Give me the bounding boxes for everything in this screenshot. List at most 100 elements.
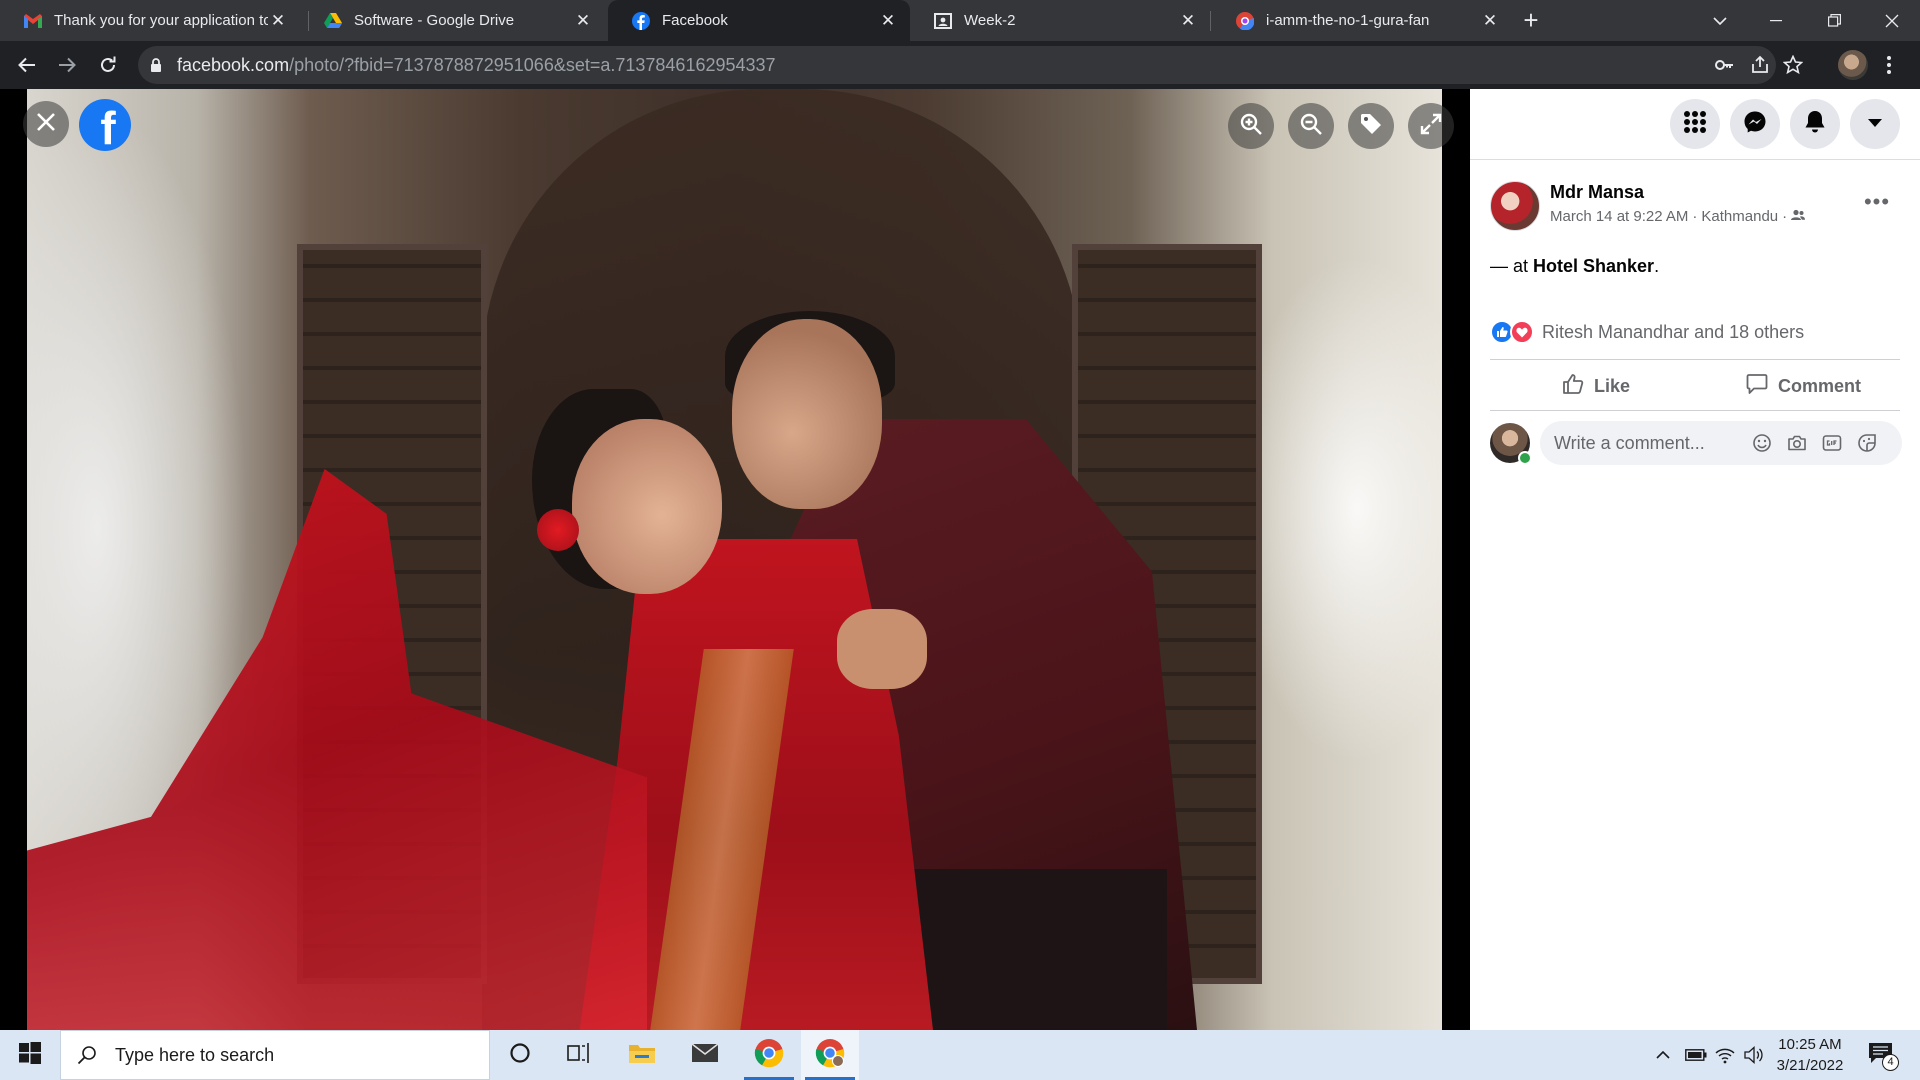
account-dropdown-icon (1867, 115, 1883, 133)
mail-envelope-icon (691, 1042, 719, 1069)
facebook-icon (632, 11, 650, 30)
camera-icon[interactable] (1787, 433, 1807, 453)
notifications-button[interactable] (1790, 99, 1840, 149)
back-icon[interactable] (14, 52, 40, 78)
comment-composer (1540, 421, 1902, 465)
action-center-button[interactable]: 4 (1868, 1042, 1899, 1071)
tab-gmail[interactable]: Thank you for your application to ✕ (0, 0, 300, 41)
forward-icon[interactable] (54, 52, 80, 78)
zoom-out-icon (1299, 112, 1323, 141)
reaction-summary[interactable]: Ritesh Manandhar and 18 others (1490, 320, 1804, 344)
friends-audience-icon[interactable] (1791, 208, 1806, 225)
sticker-icon[interactable] (1857, 433, 1877, 453)
taskbar-mail[interactable] (676, 1030, 734, 1080)
taskbar-search[interactable] (60, 1030, 490, 1080)
like-button[interactable]: Like (1562, 367, 1630, 405)
tab-search-chevron-icon[interactable] (1692, 0, 1748, 41)
classroom-icon (934, 12, 952, 30)
gmail-icon (24, 12, 42, 30)
post-photo[interactable] (27, 89, 1442, 1030)
menu-grid-icon (1683, 110, 1707, 139)
start-button[interactable] (0, 1030, 60, 1080)
close-tab-icon[interactable]: ✕ (878, 11, 898, 31)
photo-viewer: f (0, 89, 1470, 1030)
menu-button[interactable] (1670, 99, 1720, 149)
tab-title: Thank you for your application to (54, 12, 268, 29)
volume-icon[interactable] (1743, 1045, 1765, 1065)
reactions-count[interactable]: Ritesh Manandhar and 18 others (1542, 322, 1804, 343)
caption-prefix: — at (1490, 256, 1534, 276)
close-tab-icon[interactable]: ✕ (268, 11, 288, 31)
tab-separator (1210, 11, 1211, 31)
post-options-icon[interactable]: ••• (1862, 189, 1892, 214)
post-location[interactable]: Kathmandu (1701, 208, 1778, 225)
windows-taskbar: 10:25 AM 3/21/2022 4 (0, 1030, 1920, 1080)
close-tab-icon[interactable]: ✕ (573, 11, 593, 31)
cortana-circle-icon (509, 1042, 531, 1069)
taskbar-search-input[interactable] (115, 1044, 475, 1066)
post-author-avatar[interactable] (1490, 181, 1540, 231)
account-button[interactable] (1850, 99, 1900, 149)
key-icon[interactable] (1714, 55, 1734, 75)
url-host: facebook.com (177, 55, 290, 75)
post-author-name[interactable]: Mdr Mansa (1550, 182, 1644, 203)
taskbar-chrome-profile[interactable] (801, 1030, 859, 1080)
taskbar-file-explorer[interactable] (613, 1030, 671, 1080)
battery-icon[interactable] (1685, 1045, 1707, 1065)
cortana-button[interactable] (491, 1030, 549, 1080)
post-caption: — at Hotel Shanker. (1490, 256, 1659, 277)
browser-menu-icon[interactable] (1885, 53, 1893, 77)
address-bar[interactable]: facebook.com/photo/?fbid=713787887295106… (138, 46, 1804, 84)
file-explorer-folder-icon (628, 1041, 656, 1070)
share-icon[interactable] (1750, 55, 1770, 75)
tab-facebook[interactable]: Facebook ✕ (608, 0, 910, 41)
wifi-icon[interactable] (1714, 1045, 1736, 1065)
bookmark-star-icon[interactable] (1782, 54, 1804, 75)
facebook-logo[interactable]: f (79, 99, 131, 151)
lock-icon[interactable] (148, 57, 164, 73)
reload-icon[interactable] (95, 52, 121, 78)
tab-week-2[interactable]: Week-2 ✕ (910, 0, 1210, 41)
close-window-icon[interactable] (1864, 0, 1920, 41)
messenger-button[interactable] (1730, 99, 1780, 149)
meta-separator: · (1692, 208, 1698, 225)
url-path: /photo/?fbid=7137878872951066&set=a.7137… (289, 55, 776, 75)
profile-avatar[interactable] (1838, 50, 1868, 80)
meta-separator: · (1782, 208, 1788, 225)
search-icon (77, 1045, 97, 1065)
chrome-app-icon (1236, 11, 1254, 30)
task-view-button[interactable] (550, 1030, 608, 1080)
zoom-in-icon (1239, 112, 1263, 141)
caption-suffix: . (1654, 256, 1660, 276)
close-tab-icon[interactable]: ✕ (1178, 11, 1198, 31)
tab-google-drive[interactable]: Software - Google Drive ✕ (300, 0, 605, 41)
fullscreen-icon (1420, 113, 1442, 140)
taskbar-clock[interactable]: 10:25 AM 3/21/2022 (1765, 1034, 1855, 1076)
comment-button[interactable]: Comment (1746, 367, 1861, 405)
gif-icon[interactable] (1822, 433, 1842, 453)
chrome-profile-icon (815, 1038, 845, 1073)
taskbar-chrome[interactable] (740, 1030, 798, 1080)
comment-input[interactable] (1540, 421, 1760, 465)
close-tab-icon[interactable]: ✕ (1480, 11, 1500, 31)
tag-photo-button[interactable] (1348, 103, 1394, 149)
fullscreen-button[interactable] (1408, 103, 1454, 149)
tab-title: Week-2 (964, 12, 1016, 29)
new-tab-button[interactable]: + (1518, 7, 1544, 34)
post-date[interactable]: March 14 at 9:22 AM (1550, 208, 1688, 225)
clock-time: 10:25 AM (1778, 1036, 1842, 1053)
emoji-icon[interactable] (1752, 433, 1772, 453)
show-hidden-icons-chevron-icon[interactable] (1652, 1045, 1674, 1065)
checkin-place-link[interactable]: Hotel Shanker (1533, 256, 1654, 276)
love-reaction-icon (1510, 320, 1534, 344)
restore-window-icon[interactable] (1806, 0, 1862, 41)
zoom-out-button[interactable] (1288, 103, 1334, 149)
notification-count-badge: 4 (1882, 1054, 1899, 1071)
browser-toolbar: facebook.com/photo/?fbid=713787887295106… (0, 41, 1920, 89)
tab-gura-fan[interactable]: i-amm-the-no-1-gura-fan ✕ (1212, 0, 1512, 41)
minimize-icon[interactable] (1748, 0, 1804, 41)
photo-joined-hands (837, 609, 927, 689)
zoom-in-button[interactable] (1228, 103, 1274, 149)
close-viewer-button[interactable] (23, 101, 69, 147)
photo-hair-flower (537, 509, 579, 551)
